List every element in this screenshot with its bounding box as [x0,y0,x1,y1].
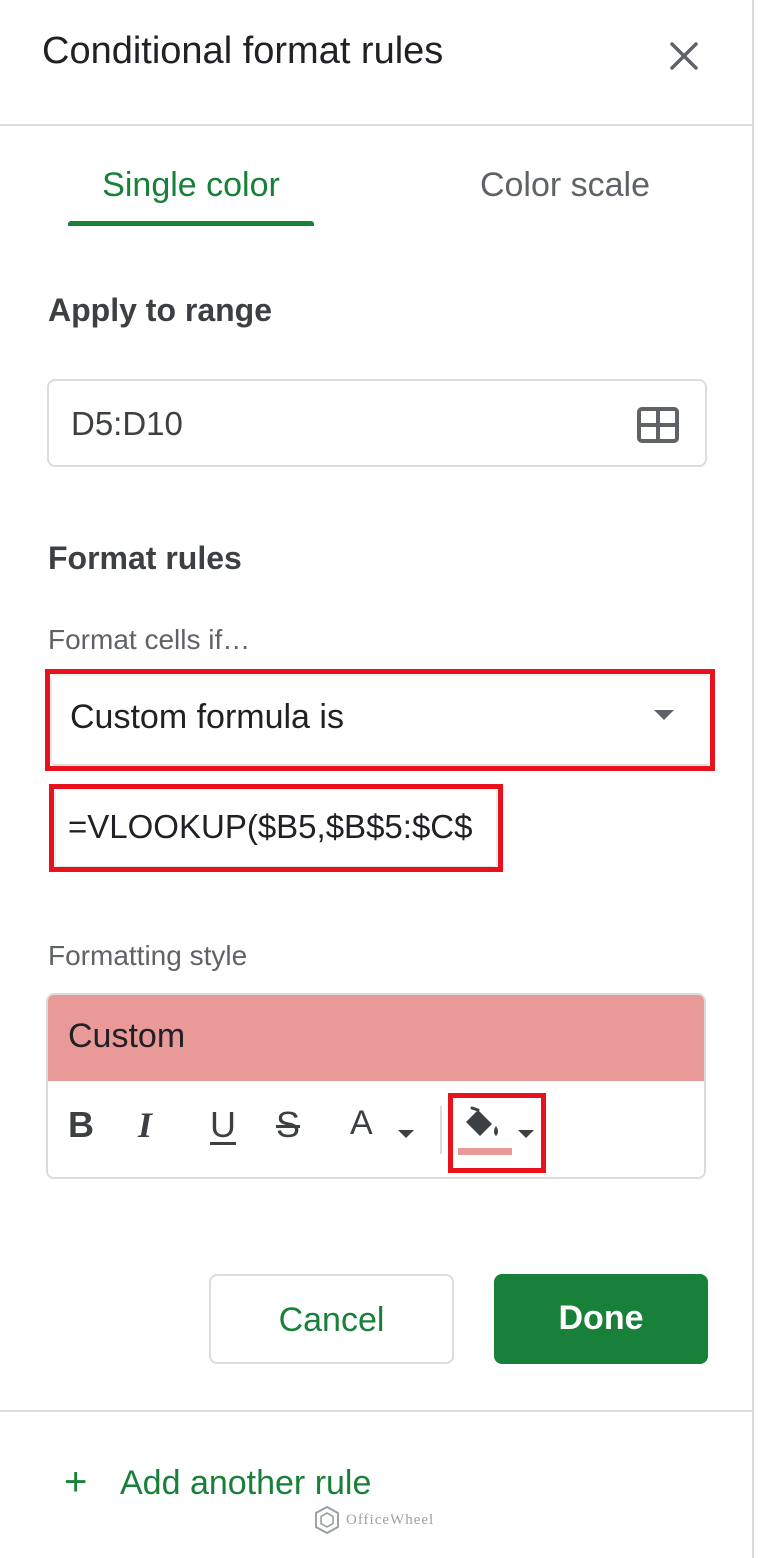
footer-divider [0,1410,752,1412]
condition-value: Custom formula is [70,698,344,736]
apply-to-range-heading: Apply to range [48,292,273,328]
done-button[interactable]: Done [494,1274,708,1364]
close-button[interactable] [662,34,706,78]
format-rules-heading: Format rules [48,540,242,576]
conditional-format-panel: Conditional format rules Single color Co… [0,0,768,1558]
panel-header: Conditional format rules [0,0,752,126]
strikethrough-icon: S [276,1104,301,1145]
underline-button[interactable]: U [210,1104,250,1158]
text-color-arrow-icon [398,1130,414,1138]
close-icon [670,42,698,70]
fill-color-icon [458,1106,512,1155]
formula-input[interactable]: =VLOOKUP($B5,$B$5:$C$ [56,790,496,866]
dropdown-arrow-icon [654,710,674,720]
formatting-style-label: Formatting style [48,940,248,971]
tab-color-scale[interactable]: Color scale [440,166,690,205]
watermark-text: OfficeWheel [346,1512,435,1528]
range-input[interactable]: D5:D10 [47,379,707,467]
text-color-icon: A [350,1104,373,1142]
format-cells-if-label: Format cells if… [48,624,251,655]
bold-button[interactable]: B [68,1104,108,1158]
toolbar-separator [440,1106,442,1154]
condition-dropdown[interactable]: Custom formula is [52,676,710,764]
grid-select-icon[interactable] [637,407,679,443]
style-preview-text: Custom [68,1017,186,1055]
panel-right-border [752,0,754,1558]
fill-color-button[interactable] [456,1100,540,1164]
plus-icon: + [64,1460,88,1504]
range-value: D5:D10 [71,405,183,442]
panel-title: Conditional format rules [42,30,444,72]
officewheel-logo-icon [315,1506,339,1534]
underline-icon: U [210,1104,236,1145]
text-color-button[interactable]: A [350,1104,422,1158]
style-preview[interactable]: Custom [48,995,704,1081]
formula-value: =VLOOKUP($B5,$B$5:$C$ [68,808,473,845]
fill-color-swatch [458,1148,512,1155]
cancel-button[interactable]: Cancel [209,1274,454,1364]
tab-single-color[interactable]: Single color [68,166,314,205]
bold-icon: B [68,1104,94,1145]
italic-button[interactable]: I [138,1104,178,1158]
active-tab-indicator [68,221,314,226]
fill-color-arrow-icon [518,1130,534,1138]
add-rule-label: Add another rule [120,1464,372,1502]
italic-icon: I [138,1105,153,1145]
strikethrough-button[interactable]: S [276,1104,316,1158]
